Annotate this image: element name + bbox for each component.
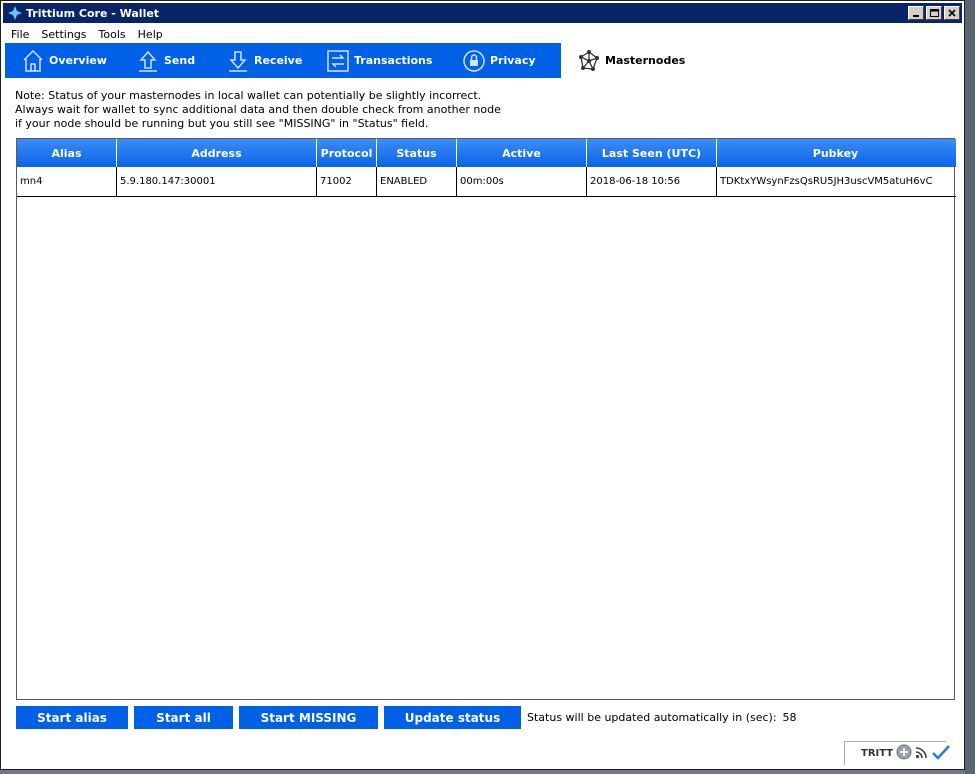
tab-bar: Overview Send Receive Transactions Priva… <box>5 43 699 78</box>
column-header-address[interactable]: Address <box>117 139 317 167</box>
tab-label: Privacy <box>490 54 536 67</box>
masternode-table[interactable]: Alias Address Protocol Status Active Las… <box>16 138 956 700</box>
tab-label: Overview <box>49 54 107 67</box>
tab-transactions[interactable]: Transactions <box>310 43 446 78</box>
menu-help[interactable]: Help <box>132 28 169 41</box>
column-header-pubkey[interactable]: Pubkey <box>717 139 954 167</box>
tab-receive[interactable]: Receive <box>210 43 310 78</box>
close-icon <box>948 9 956 17</box>
tab-label: Send <box>164 54 196 67</box>
cell-last-seen: 2018-06-18 10:56 <box>587 167 717 196</box>
minimize-icon <box>913 15 919 17</box>
synced-check-icon[interactable] <box>932 744 951 763</box>
tab-label: Receive <box>254 54 303 67</box>
maximize-icon <box>929 9 939 17</box>
close-button[interactable] <box>944 6 960 20</box>
tab-privacy[interactable]: Privacy <box>446 43 561 78</box>
tab-label: Masternodes <box>605 54 686 67</box>
table-row[interactable]: mn4 5.9.180.147:30001 71002 ENABLED 00m:… <box>17 167 956 197</box>
update-status-button[interactable]: Update status <box>384 706 521 729</box>
connections-icon[interactable] <box>915 745 929 762</box>
desktop-background <box>965 0 975 774</box>
unit-label[interactable]: TRITT <box>861 748 893 759</box>
column-header-active[interactable]: Active <box>457 139 587 167</box>
column-header-protocol[interactable]: Protocol <box>317 139 377 167</box>
note-line-2: Always wait for wallet to sync additiona… <box>15 103 501 116</box>
sync-note: Note: Status of your masternodes in loca… <box>15 89 501 131</box>
auto-update-seconds: 58 <box>782 711 797 724</box>
column-header-last-seen[interactable]: Last Seen (UTC) <box>587 139 717 167</box>
lock-icon <box>462 48 486 74</box>
window-controls <box>908 6 960 20</box>
receive-icon <box>226 48 250 74</box>
status-bar: TRITT <box>844 741 951 765</box>
minimize-button[interactable] <box>908 6 924 20</box>
privacy-status-icon[interactable] <box>896 744 912 763</box>
start-alias-button[interactable]: Start alias <box>16 706 128 729</box>
transactions-icon <box>326 48 350 74</box>
menu-tools[interactable]: Tools <box>93 28 132 41</box>
column-header-status[interactable]: Status <box>377 139 457 167</box>
action-bar: Start alias Start all Start MISSING Upda… <box>16 706 797 729</box>
trittium-logo-icon <box>7 5 23 21</box>
cell-address: 5.9.180.147:30001 <box>117 167 317 196</box>
cell-status: ENABLED <box>377 167 457 196</box>
maximize-button[interactable] <box>926 6 942 20</box>
menu-settings[interactable]: Settings <box>35 28 92 41</box>
wallet-window: Trittium Core - Wallet File Settings Too… <box>0 0 965 770</box>
table-header: Alias Address Protocol Status Active Las… <box>17 139 956 167</box>
masternodes-icon <box>577 48 601 74</box>
tab-overview[interactable]: Overview <box>5 43 120 78</box>
title-bar[interactable]: Trittium Core - Wallet <box>3 3 962 23</box>
cell-alias: mn4 <box>17 167 117 196</box>
send-icon <box>136 48 160 74</box>
note-line-3: if your node should be running but you s… <box>15 117 429 130</box>
start-missing-button[interactable]: Start MISSING <box>239 706 378 729</box>
cell-pubkey: TDKtxYWsynFzsQsRU5JH3uscVM5atuH6vC <box>720 176 933 187</box>
auto-update-label: Status will be updated automatically in … <box>527 711 777 724</box>
window-title: Trittium Core - Wallet <box>26 6 160 20</box>
note-line-1: Note: Status of your masternodes in loca… <box>15 89 482 102</box>
tab-send[interactable]: Send <box>120 43 210 78</box>
cell-protocol: 71002 <box>317 167 377 196</box>
cell-active: 00m:00s <box>457 167 587 196</box>
start-all-button[interactable]: Start all <box>134 706 233 729</box>
tab-masternodes[interactable]: Masternodes <box>561 43 699 78</box>
home-icon <box>21 48 45 74</box>
tab-label: Transactions <box>354 54 433 67</box>
column-header-alias[interactable]: Alias <box>17 139 117 167</box>
menu-file[interactable]: File <box>3 28 35 41</box>
menu-bar: File Settings Tools Help <box>3 25 962 43</box>
